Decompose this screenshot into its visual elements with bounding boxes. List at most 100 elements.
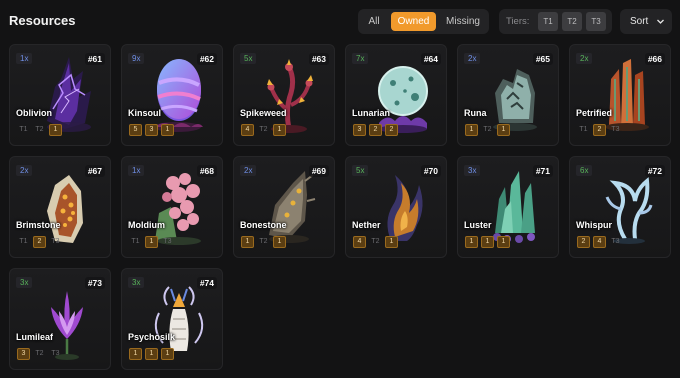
tier-slot: T1 (19, 126, 28, 133)
tier-slot: 4 (593, 236, 606, 248)
tier-slot: 1 (49, 124, 62, 136)
resource-card[interactable]: 5x #63 Spikeweed 4 T2 1 (233, 44, 335, 146)
resource-card[interactable]: 6x #72 Whispur 2 4 T3 (569, 156, 671, 258)
tier-filter-t1[interactable]: T1 (538, 12, 558, 31)
tier-filter-t3[interactable]: T3 (586, 12, 606, 31)
resource-name: Whispur (576, 220, 612, 230)
resource-card[interactable]: 3x #73 Lumileaf 3 T2 T3 (9, 268, 111, 370)
resource-card[interactable]: 3x #71 Luster 111 (457, 156, 559, 258)
tier-slot: 2 (593, 124, 606, 136)
owned-count-badge: 9x (128, 53, 145, 64)
resource-name: Moldium (128, 220, 165, 230)
tier-slot: T3 (163, 238, 172, 245)
tier-slot: T2 (35, 126, 44, 133)
resource-number: #73 (84, 277, 105, 289)
tiers-label: Tiers: (506, 16, 530, 27)
resource-card[interactable]: 1x #61 Oblivion T1 T2 1 (9, 44, 111, 146)
resource-card[interactable]: 2x #67 Brimstone T1 2 T3 (9, 156, 111, 258)
filter-missing-button[interactable]: Missing (440, 12, 486, 31)
tier-row: 1 T2 1 (465, 124, 513, 137)
tier-slot: T3 (51, 350, 60, 357)
owned-count-badge: 6x (576, 165, 593, 176)
owned-count-badge: 7x (352, 53, 369, 64)
tier-slot: T2 (483, 126, 492, 133)
owned-count-badge: 1x (128, 165, 145, 176)
resource-card[interactable]: 5x #70 Nether 4 T2 1 (345, 156, 447, 258)
tier-row: T1 2 T3 (17, 236, 65, 249)
tier-filter-t2[interactable]: T2 (562, 12, 582, 31)
tier-slot: 1 (273, 124, 286, 136)
resource-name: Spikeweed (240, 108, 287, 118)
tier-row: T1 2 T3 (577, 124, 625, 137)
resource-name: Lunarian (352, 108, 391, 118)
tier-row: 531 (129, 124, 177, 137)
resource-name: Brimstone (16, 220, 61, 230)
owned-count-badge: 3x (128, 277, 145, 288)
tier-slot: T1 (19, 238, 28, 245)
resource-number: #67 (84, 165, 105, 177)
filter-all-button[interactable]: All (361, 12, 387, 31)
resource-card[interactable]: 1x #68 Moldium T1 1 T3 (121, 156, 223, 258)
tier-row: 1 T2 1 (241, 236, 289, 249)
tier-slot: 1 (497, 124, 510, 136)
tier-slot: 2 (577, 236, 590, 248)
tier-slot: 1 (465, 124, 478, 136)
tier-row: T1 T2 1 (17, 124, 65, 137)
tier-row: 3 T2 T3 (17, 348, 65, 361)
resource-name: Luster (464, 220, 492, 230)
resource-number: #72 (644, 165, 665, 177)
resource-number: #71 (532, 165, 553, 177)
sort-label: Sort (630, 16, 649, 27)
tier-slot: 1 (129, 348, 142, 360)
owned-count-badge: 2x (240, 165, 257, 176)
owned-count-badge: 1x (16, 53, 33, 64)
tier-slot: T2 (259, 126, 268, 133)
header-bar: Resources All Owned Missing Tiers: T1 T2… (0, 0, 680, 42)
resource-number: #63 (308, 53, 329, 65)
tier-slot: T1 (131, 238, 140, 245)
tier-slot: 2 (369, 124, 382, 136)
chevron-down-icon (657, 19, 664, 24)
filter-group: All Owned Missing (358, 9, 489, 34)
resource-number: #66 (644, 53, 665, 65)
sort-button[interactable]: Sort (620, 9, 672, 34)
tier-row: 2 4 T3 (577, 236, 625, 249)
tier-slot: 5 (129, 124, 142, 136)
resource-name: Psychosilk (128, 332, 176, 342)
tier-slot: T3 (51, 238, 60, 245)
tier-slot: T2 (35, 350, 44, 357)
tier-slot: 4 (241, 124, 254, 136)
resource-card[interactable]: 9x #62 Kinsoul 531 (121, 44, 223, 146)
owned-count-badge: 3x (16, 277, 33, 288)
tier-row: 4 T2 1 (241, 124, 289, 137)
resource-number: #69 (308, 165, 329, 177)
tier-slot: 1 (241, 236, 254, 248)
owned-count-badge: 3x (464, 165, 481, 176)
resource-card[interactable]: 7x #64 Lunarian 322 (345, 44, 447, 146)
resource-card[interactable]: 2x #65 Runa 1 T2 1 (457, 44, 559, 146)
resource-name: Runa (464, 108, 487, 118)
tier-slot: 1 (465, 236, 478, 248)
tier-slot: T3 (611, 238, 620, 245)
owned-count-badge: 5x (352, 165, 369, 176)
tier-slot: 1 (385, 236, 398, 248)
resource-card[interactable]: 2x #69 Bonestone 1 T2 1 (233, 156, 335, 258)
resource-name: Lumileaf (16, 332, 54, 342)
resource-card[interactable]: 3x #74 Psychosilk 111 (121, 268, 223, 370)
owned-count-badge: 5x (240, 53, 257, 64)
tier-slot: T2 (371, 238, 380, 245)
tier-slot: 3 (145, 124, 158, 136)
filter-owned-button[interactable]: Owned (391, 12, 436, 31)
tier-filter-group: Tiers: T1 T2 T3 (499, 9, 612, 34)
resource-name: Nether (352, 220, 381, 230)
tier-row: T1 1 T3 (129, 236, 177, 249)
resource-name: Petrified (576, 108, 613, 118)
resource-card[interactable]: 2x #66 Petrified T1 2 T3 (569, 44, 671, 146)
tier-slot: 3 (17, 348, 30, 360)
tier-row: 322 (353, 124, 401, 137)
tier-row: 4 T2 1 (353, 236, 401, 249)
tier-slot: 1 (145, 236, 158, 248)
tier-slot: 2 (33, 236, 46, 248)
tier-slot: 3 (353, 124, 366, 136)
tier-row: 111 (465, 236, 513, 249)
